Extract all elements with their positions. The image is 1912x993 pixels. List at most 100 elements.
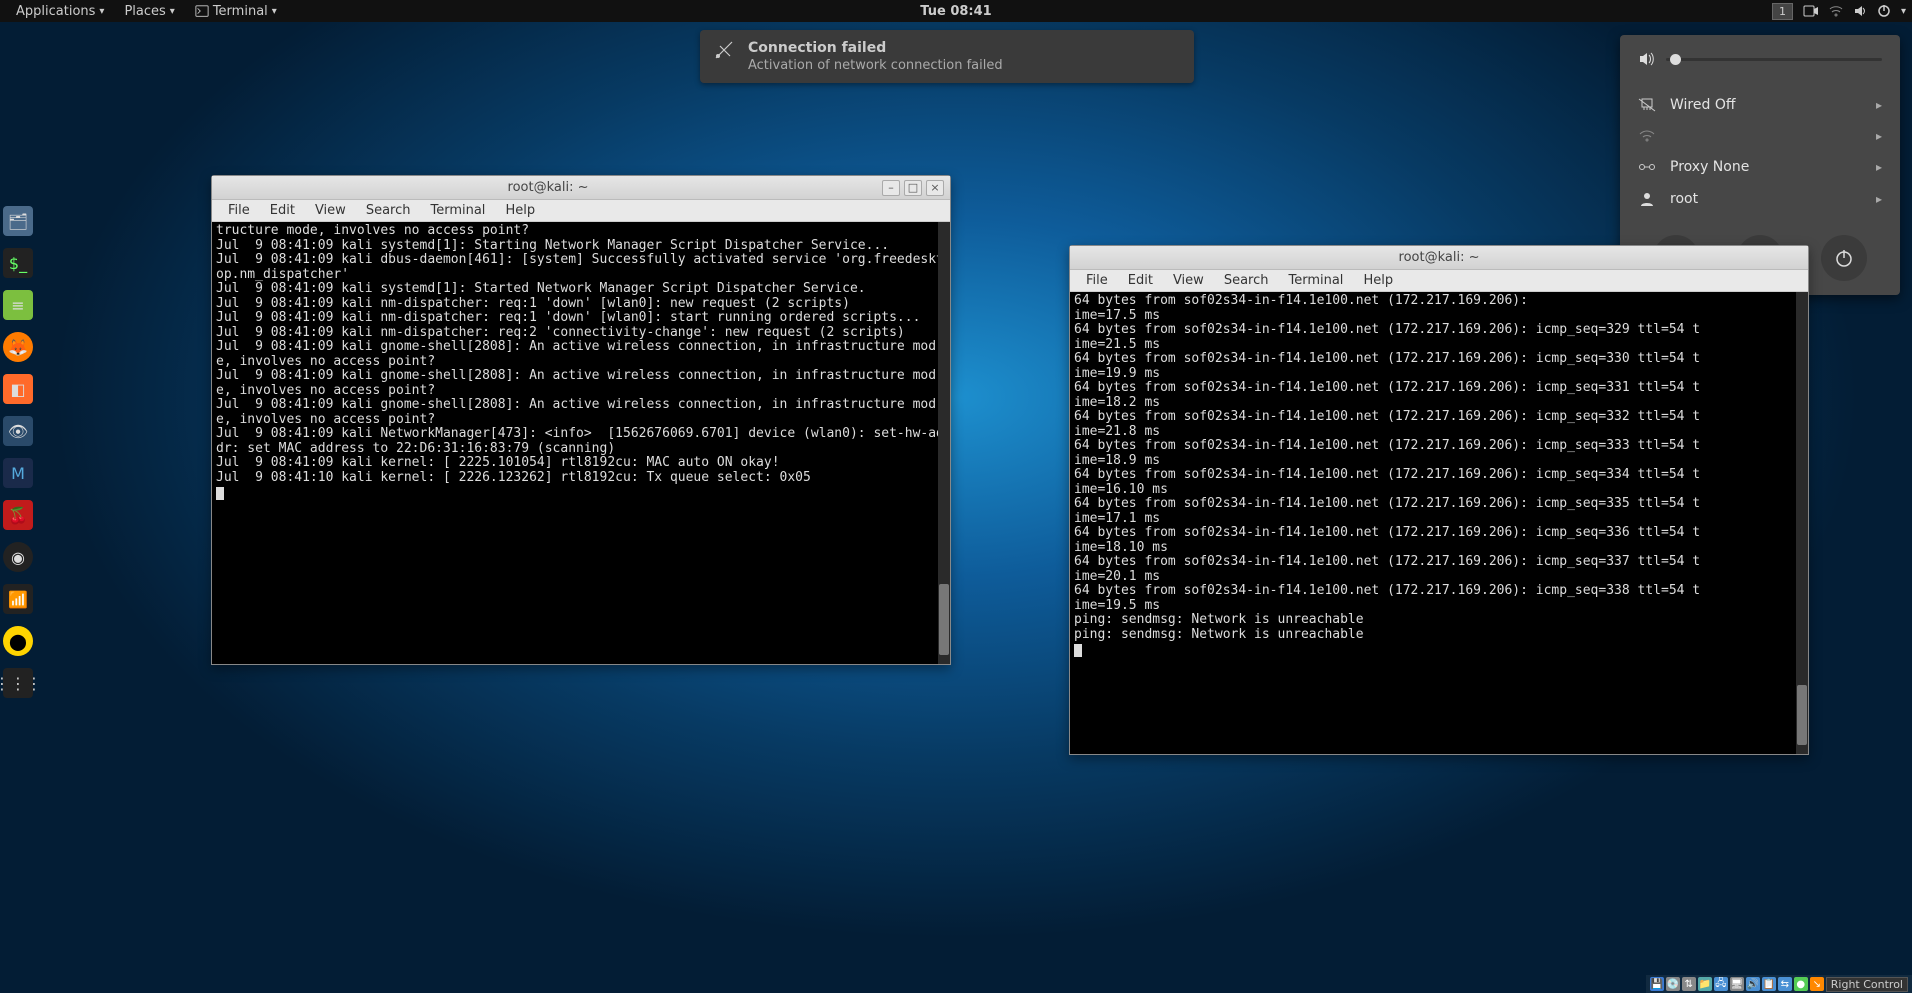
close-button[interactable]: × — [926, 180, 944, 196]
terminal-window-2[interactable]: root@kali: ~ File Edit View Search Termi… — [1069, 245, 1809, 755]
menu-file[interactable]: File — [1076, 273, 1118, 288]
metasploit-launcher[interactable]: M — [3, 458, 33, 488]
slider-thumb[interactable] — [1670, 54, 1681, 65]
menubar: File Edit View Search Terminal Help — [1070, 270, 1808, 292]
places-label: Places — [124, 4, 165, 19]
wifi-menu-item[interactable]: ▸ — [1620, 121, 1900, 151]
scrollbar[interactable] — [938, 222, 950, 664]
vm-clipboard-icon[interactable]: 📋 — [1762, 977, 1776, 991]
power-icon[interactable] — [1877, 0, 1891, 22]
text-editor-launcher[interactable]: ≡ — [3, 290, 33, 320]
top-panel: Applications ▾ Places ▾ Terminal ▾ Tue 0… — [0, 0, 1912, 22]
wired-menu-item[interactable]: Wired Off ▸ — [1620, 89, 1900, 121]
scrollbar[interactable] — [1796, 292, 1808, 754]
window-title: root@kali: ~ — [218, 180, 878, 195]
clock[interactable]: Tue 08:41 — [920, 4, 991, 19]
user-menu-item[interactable]: root ▸ — [1620, 183, 1900, 215]
menu-help[interactable]: Help — [495, 203, 545, 218]
vm-shared-icon[interactable]: 📁 — [1698, 977, 1712, 991]
dock: 🗂 $_ ≡ 🦊 ◧ 👁 M 🍒 ◉ 📶 ⬤ ⋮⋮⋮ — [0, 200, 36, 704]
menu-edit[interactable]: Edit — [1118, 273, 1163, 288]
chevron-down-icon: ▾ — [170, 6, 175, 17]
chevron-down-icon: ▾ — [99, 6, 104, 17]
burpsuite-launcher[interactable]: ◧ — [3, 374, 33, 404]
applications-label: Applications — [16, 4, 95, 19]
cherrytree-launcher[interactable]: 🍒 — [3, 500, 33, 530]
workspace-indicator[interactable]: 1 — [1772, 3, 1793, 20]
kali-launcher[interactable]: ⬤ — [3, 626, 33, 656]
wireless-launcher[interactable]: 📶 — [3, 584, 33, 614]
menu-view[interactable]: View — [305, 203, 356, 218]
minimize-button[interactable]: – — [882, 180, 900, 196]
app-menu-label: Terminal — [213, 4, 268, 19]
terminal-window-1[interactable]: root@kali: ~ – □ × File Edit View Search… — [211, 175, 951, 665]
proxy-label: Proxy None — [1670, 159, 1862, 175]
notification-title: Connection failed — [748, 40, 1003, 56]
chevron-right-icon: ▸ — [1876, 160, 1882, 174]
chevron-right-icon: ▸ — [1876, 129, 1882, 143]
vm-host-key: Right Control — [1826, 977, 1908, 992]
menubar: File Edit View Search Terminal Help — [212, 200, 950, 222]
vm-recording-icon[interactable]: ● — [1794, 977, 1808, 991]
terminal-output[interactable]: 64 bytes from sof02s34-in-f14.1e100.net … — [1070, 292, 1808, 754]
cursor-icon — [1074, 644, 1082, 657]
titlebar[interactable]: root@kali: ~ – □ × — [212, 176, 950, 200]
terminal-launcher[interactable]: $_ — [3, 248, 33, 278]
titlebar[interactable]: root@kali: ~ — [1070, 246, 1808, 270]
menu-terminal[interactable]: Terminal — [420, 203, 495, 218]
notification-banner[interactable]: Connection failed Activation of network … — [700, 30, 1194, 83]
menu-search[interactable]: Search — [356, 203, 421, 218]
firefox-launcher[interactable]: 🦊 — [3, 332, 33, 362]
cursor-icon — [216, 487, 224, 500]
chevron-right-icon: ▸ — [1876, 98, 1882, 112]
window-title: root@kali: ~ — [1076, 250, 1802, 265]
vm-mouse-icon[interactable]: ↘ — [1810, 977, 1824, 991]
maximize-button[interactable]: □ — [904, 180, 922, 196]
recording-icon[interactable] — [1803, 0, 1819, 22]
power-button[interactable] — [1821, 235, 1867, 281]
zenmap-launcher[interactable]: 👁 — [3, 416, 33, 446]
vm-disk-icon[interactable]: 💾 — [1650, 977, 1664, 991]
vm-display-icon[interactable]: 🖥 — [1730, 977, 1744, 991]
menu-help[interactable]: Help — [1353, 273, 1403, 288]
menu-file[interactable]: File — [218, 203, 260, 218]
app-menu[interactable]: Terminal ▾ — [185, 0, 287, 22]
wired-label: Wired Off — [1670, 97, 1862, 113]
volume-icon — [1638, 51, 1656, 67]
chevron-right-icon: ▸ — [1876, 192, 1882, 206]
user-label: root — [1670, 191, 1862, 207]
vm-usb-icon[interactable]: ⇅ — [1682, 977, 1696, 991]
vm-drag-icon[interactable]: ⇆ — [1778, 977, 1792, 991]
proxy-menu-item[interactable]: Proxy None ▸ — [1620, 151, 1900, 183]
volume-slider[interactable] — [1666, 58, 1882, 61]
menu-view[interactable]: View — [1163, 273, 1214, 288]
wifi-icon — [1638, 129, 1656, 143]
chevron-down-icon: ▾ — [272, 6, 277, 17]
volume-icon[interactable] — [1853, 0, 1867, 22]
notification-body: Activation of network connection failed — [748, 58, 1003, 73]
places-menu[interactable]: Places ▾ — [114, 0, 184, 22]
terminal-icon — [195, 4, 209, 18]
user-icon — [1638, 191, 1656, 207]
proxy-icon — [1638, 159, 1656, 175]
menu-terminal[interactable]: Terminal — [1278, 273, 1353, 288]
files-launcher[interactable]: 🗂 — [3, 206, 33, 236]
chevron-down-icon[interactable]: ▾ — [1901, 0, 1906, 22]
scrollbar-handle[interactable] — [1797, 685, 1807, 745]
vm-optical-icon[interactable]: 💿 — [1666, 977, 1680, 991]
applications-menu[interactable]: Applications ▾ — [6, 0, 114, 22]
vm-status-bar: 💾 💿 ⇅ 📁 🖧 🖥 🔊 📋 ⇆ ● ↘ Right Control — [1646, 975, 1912, 993]
terminal-text: tructure mode, involves no access point?… — [216, 223, 944, 485]
terminal-output[interactable]: tructure mode, involves no access point?… — [212, 222, 950, 664]
volume-row — [1620, 45, 1900, 79]
vm-network-icon[interactable]: 🖧 — [1714, 977, 1728, 991]
network-icon[interactable] — [1829, 0, 1843, 22]
colorpicker-launcher[interactable]: ◉ — [3, 542, 33, 572]
ethernet-icon — [1638, 98, 1656, 112]
terminal-text: 64 bytes from sof02s34-in-f14.1e100.net … — [1074, 293, 1700, 642]
scrollbar-handle[interactable] — [939, 584, 949, 655]
show-apps-launcher[interactable]: ⋮⋮⋮ — [3, 668, 33, 698]
vm-audio-icon[interactable]: 🔊 — [1746, 977, 1760, 991]
menu-search[interactable]: Search — [1214, 273, 1279, 288]
menu-edit[interactable]: Edit — [260, 203, 305, 218]
